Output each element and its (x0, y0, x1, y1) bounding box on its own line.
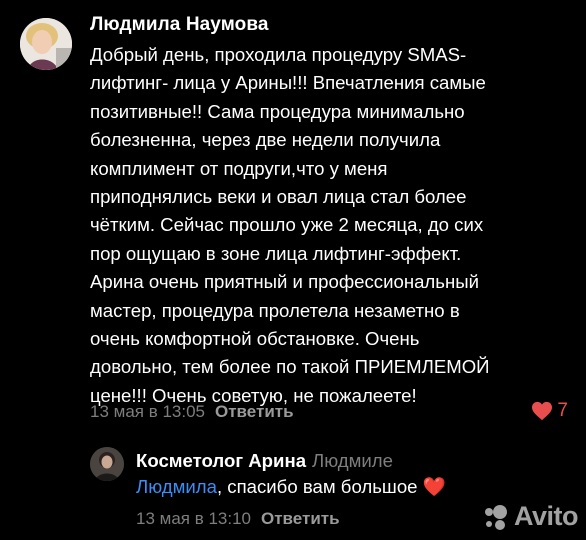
reply-header: Косметолог Арина Людмиле (136, 450, 393, 472)
avatar[interactable] (20, 18, 72, 70)
reply-avatar[interactable] (90, 447, 124, 481)
reply-avatar-photo (90, 447, 124, 481)
like-button[interactable]: 7 (531, 400, 568, 422)
comment-text: Добрый день, проходила процедуру SMAS- л… (90, 44, 490, 406)
reply-meta: 13 мая в 13:10 Ответить (136, 509, 340, 529)
watermark-text: Avito (514, 501, 579, 531)
reply-author[interactable]: Косметолог Арина (136, 450, 306, 471)
heart-emoji: ❤️ (422, 476, 446, 497)
reply-text: Людмила, спасибо вам большое ❤️ (136, 476, 446, 498)
reply-date: 13 мая в 13:10 (136, 509, 251, 528)
comment-date: 13 мая в 13:05 (90, 402, 205, 421)
mention-link[interactable]: Людмила (136, 476, 217, 497)
comment-meta: 13 мая в 13:05 Ответить (90, 402, 294, 422)
heart-icon (532, 401, 553, 421)
reply-message: , спасибо вам большое (216, 476, 418, 497)
avito-watermark: Avito (482, 501, 579, 532)
reply-reply-button[interactable]: Ответить (261, 509, 340, 529)
avito-logo-icon (485, 504, 507, 530)
reply-to: Людмиле (312, 450, 393, 471)
avatar-photo (20, 18, 72, 70)
like-count: 7 (557, 400, 568, 421)
comment-author[interactable]: Людмила Наумова (90, 14, 269, 36)
reply-button[interactable]: Ответить (215, 402, 294, 422)
